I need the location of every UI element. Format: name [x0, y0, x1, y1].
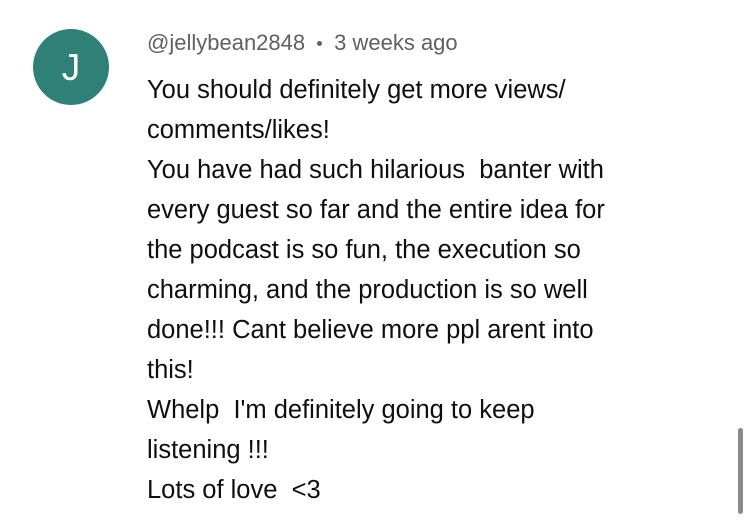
comment-text: You should definitely get more views/ co…	[147, 70, 707, 510]
comment-line: listening !!!	[147, 436, 269, 464]
scrollbar[interactable]	[738, 428, 743, 514]
separator-dot	[317, 40, 323, 46]
comment-line: charming, and the production is so well	[147, 276, 588, 304]
avatar[interactable]: J	[33, 29, 109, 105]
username-link[interactable]: @jellybean2848	[147, 30, 305, 56]
comment-line: You should definitely get more views/	[147, 76, 566, 104]
comment-header: @jellybean2848 3 weeks ago	[147, 28, 458, 58]
comment-line: Whelp I'm definitely going to keep	[147, 396, 535, 424]
comment-line: every guest so far and the entire idea f…	[147, 196, 605, 224]
comment-line: the podcast is so fun, the execution so	[147, 236, 581, 264]
comment-line: comments/likes!	[147, 116, 330, 144]
timestamp[interactable]: 3 weeks ago	[334, 30, 458, 56]
comment-line: You have had such hilarious banter with	[147, 156, 604, 184]
comment-line: Lots of love <3	[147, 476, 321, 504]
avatar-letter: J	[61, 46, 81, 88]
comment-line: this!	[147, 356, 194, 384]
comment: J @jellybean2848 3 weeks ago You should …	[0, 0, 750, 524]
comment-line: done!!! Cant believe more ppl arent into	[147, 316, 594, 344]
